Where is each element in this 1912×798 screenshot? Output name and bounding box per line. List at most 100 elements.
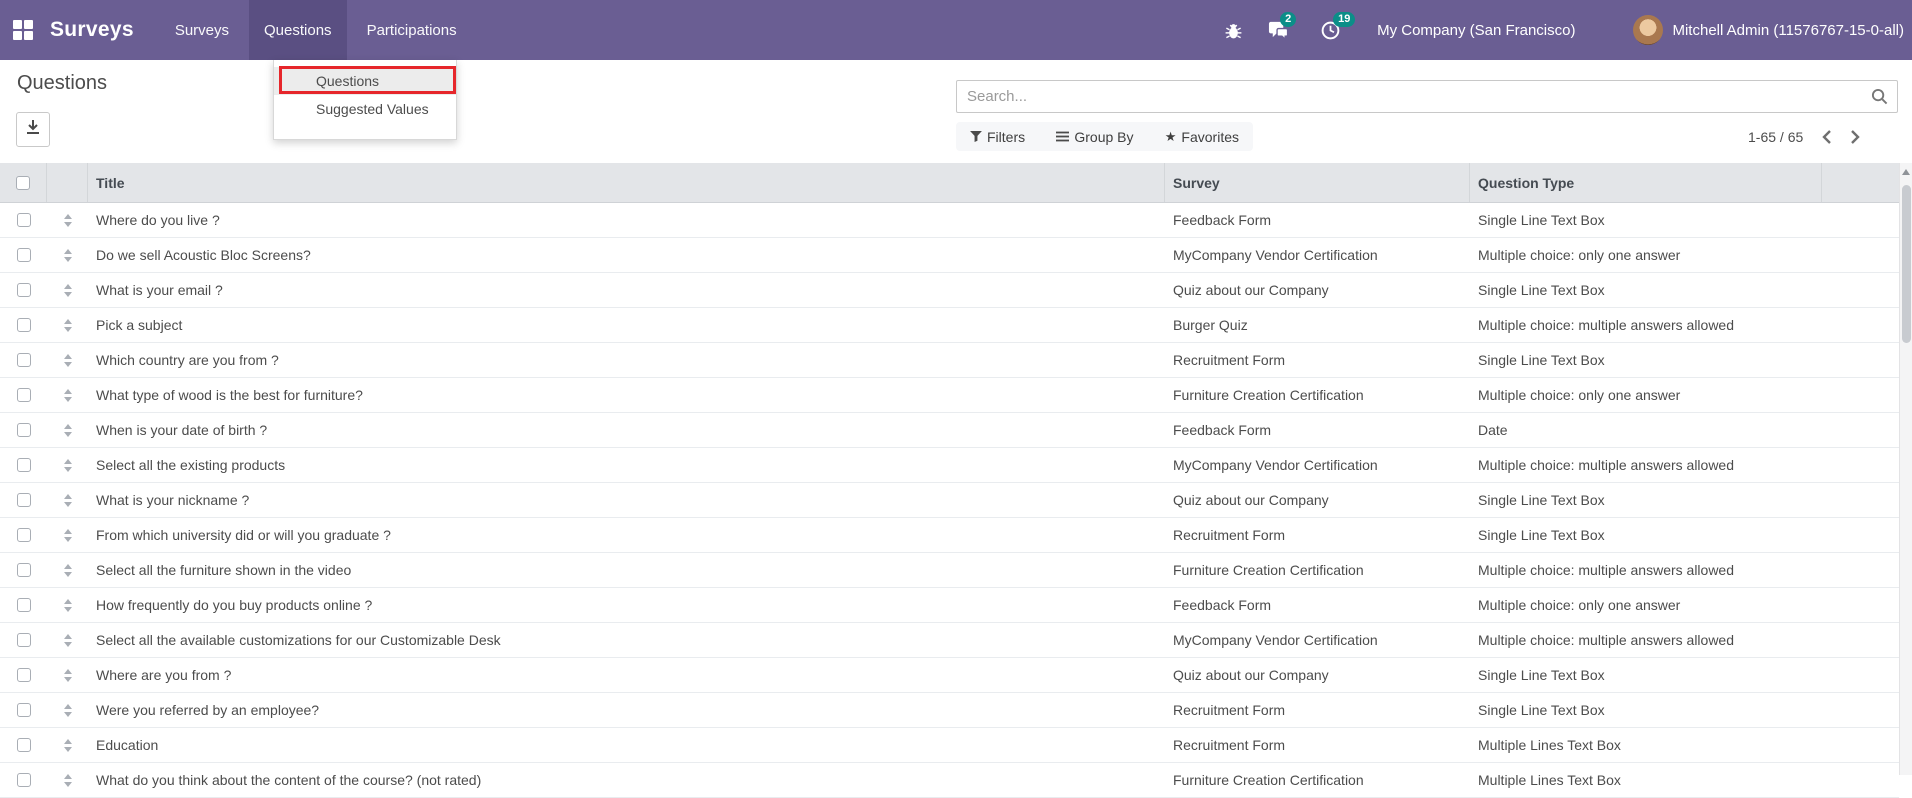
- row-checkbox[interactable]: [16, 283, 31, 297]
- row-checkbox-cell: [0, 563, 47, 577]
- messages-icon[interactable]: 2: [1267, 11, 1297, 41]
- apps-menu-icon[interactable]: [13, 20, 33, 40]
- drag-handle-icon[interactable]: [63, 493, 72, 507]
- row-checkbox[interactable]: [16, 773, 31, 787]
- table-row[interactable]: From which university did or will you gr…: [0, 518, 1899, 553]
- table-row[interactable]: Select all the furniture shown in the vi…: [0, 553, 1899, 588]
- user-menu[interactable]: Mitchell Admin (11576767-15-0-all): [1672, 22, 1904, 39]
- scrollbar-thumb[interactable]: [1902, 185, 1911, 343]
- app-brand[interactable]: Surveys: [50, 18, 134, 42]
- drag-handle-icon[interactable]: [63, 528, 72, 542]
- cell-survey: Quiz about our Company: [1173, 667, 1329, 683]
- table-row[interactable]: What is your email ? Quiz about our Compa…: [0, 273, 1899, 308]
- scrollbar-up-arrow-icon[interactable]: [1902, 169, 1910, 175]
- row-checkbox-cell: [0, 318, 47, 332]
- drag-handle-icon[interactable]: [63, 598, 72, 612]
- row-checkbox[interactable]: [16, 563, 31, 577]
- table-row[interactable]: Where do you live ? Feedback Form Single L…: [0, 203, 1899, 238]
- row-checkbox[interactable]: [16, 598, 31, 612]
- drag-handle-icon[interactable]: [63, 668, 72, 682]
- cell-title: Select all the available customizations …: [96, 632, 501, 648]
- questions-menu-dropdown: Questions Suggested Values: [273, 60, 457, 140]
- vertical-scrollbar[interactable]: [1899, 163, 1912, 775]
- favorites-button[interactable]: ★ Favorites: [1165, 129, 1239, 145]
- row-checkbox[interactable]: [16, 703, 31, 717]
- table-row[interactable]: Select all the available customizations …: [0, 623, 1899, 658]
- table-row[interactable]: Education Recruitment Form Multiple Lines …: [0, 728, 1899, 763]
- row-checkbox[interactable]: [16, 318, 31, 332]
- row-handle-cell: [47, 423, 88, 437]
- row-handle-cell: [47, 773, 88, 787]
- drag-handle-icon[interactable]: [63, 388, 72, 402]
- group-by-button[interactable]: Group By: [1056, 129, 1134, 145]
- nav-menu-questions[interactable]: Questions: [249, 0, 347, 60]
- table-row[interactable]: Select all the existing products MyCompan…: [0, 448, 1899, 483]
- pager-next-icon[interactable]: [1841, 126, 1869, 148]
- row-checkbox[interactable]: [16, 213, 31, 227]
- drag-handle-icon[interactable]: [63, 318, 72, 332]
- activities-clock-icon[interactable]: 19: [1320, 11, 1356, 41]
- filters-label: Filters: [987, 128, 1026, 145]
- table-row[interactable]: What do you think about the content of t…: [0, 763, 1899, 798]
- table-row[interactable]: Do we sell Acoustic Bloc Screens? MyCompa…: [0, 238, 1899, 273]
- nav-menu-surveys[interactable]: Surveys: [160, 0, 244, 60]
- table-row[interactable]: Where are you from ? Quiz about our Compa…: [0, 658, 1899, 693]
- row-checkbox[interactable]: [16, 388, 31, 402]
- drag-handle-icon[interactable]: [63, 458, 72, 472]
- row-checkbox[interactable]: [16, 493, 31, 507]
- table-row[interactable]: When is your date of birth ? Feedback For…: [0, 413, 1899, 448]
- drag-handle-icon[interactable]: [63, 423, 72, 437]
- company-switcher[interactable]: My Company (San Francisco): [1377, 22, 1575, 39]
- drag-handle-icon[interactable]: [63, 773, 72, 787]
- cell-title: When is your date of birth ?: [96, 422, 268, 438]
- cell-title: What is your nickname ?: [96, 492, 250, 508]
- column-header-title[interactable]: Title: [88, 163, 1165, 202]
- cell-question-type: Single Line Text Box: [1478, 352, 1605, 368]
- table-row[interactable]: What is your nickname ? Quiz about our Co…: [0, 483, 1899, 518]
- row-checkbox[interactable]: [16, 633, 31, 647]
- nav-menu-participations[interactable]: Participations: [352, 0, 472, 60]
- drag-handle-icon[interactable]: [63, 633, 72, 647]
- dropdown-item-questions[interactable]: Questions: [274, 67, 456, 95]
- cell-survey: Quiz about our Company: [1173, 282, 1329, 298]
- cell-question-type: Single Line Text Box: [1478, 282, 1605, 298]
- table-row[interactable]: How frequently do you buy products onlin…: [0, 588, 1899, 623]
- drag-handle-icon[interactable]: [63, 563, 72, 577]
- table-row[interactable]: What type of wood is the best for furnit…: [0, 378, 1899, 413]
- row-handle-cell: [47, 738, 88, 752]
- drag-handle-icon[interactable]: [63, 248, 72, 262]
- dropdown-item-suggested-values[interactable]: Suggested Values: [274, 95, 456, 123]
- select-all-checkbox[interactable]: [16, 175, 30, 190]
- drag-handle-icon[interactable]: [63, 283, 72, 297]
- row-checkbox[interactable]: [16, 423, 31, 437]
- row-checkbox[interactable]: [16, 738, 31, 752]
- table-row[interactable]: Pick a subject Burger Quiz Multiple choice…: [0, 308, 1899, 343]
- drag-handle-icon[interactable]: [63, 213, 72, 227]
- cell-question-type: Multiple choice: only one answer: [1478, 387, 1681, 403]
- cell-survey: Recruitment Form: [1173, 702, 1286, 718]
- table-row[interactable]: Were you referred by an employee? Recruit…: [0, 693, 1899, 728]
- row-checkbox[interactable]: [16, 458, 31, 472]
- drag-handle-icon[interactable]: [63, 703, 72, 717]
- pager-previous-icon[interactable]: [1813, 126, 1841, 148]
- column-header-survey[interactable]: Survey: [1165, 163, 1470, 202]
- search-icon[interactable]: [1871, 88, 1888, 110]
- row-checkbox[interactable]: [16, 668, 31, 682]
- row-checkbox[interactable]: [16, 353, 31, 367]
- row-checkbox[interactable]: [16, 248, 31, 262]
- cell-title: Where are you from ?: [96, 667, 232, 683]
- debug-bug-icon[interactable]: [1224, 21, 1243, 40]
- search-input[interactable]: [956, 80, 1898, 113]
- cell-question-type: Single Line Text Box: [1478, 492, 1605, 508]
- avatar[interactable]: [1633, 15, 1664, 45]
- row-checkbox[interactable]: [16, 528, 31, 542]
- drag-handle-icon[interactable]: [63, 353, 72, 367]
- drag-handle-icon[interactable]: [63, 738, 72, 752]
- table-row[interactable]: Which country are you from ? Recruitment …: [0, 343, 1899, 378]
- control-panel-buttons: Filters Group By ★ Favorites: [956, 122, 1253, 151]
- filters-button[interactable]: Filters: [970, 129, 1025, 145]
- cell-title: Which country are you from ?: [96, 352, 279, 368]
- table-body: Where do you live ? Feedback Form Single L…: [0, 203, 1899, 798]
- export-button[interactable]: [16, 112, 50, 147]
- column-header-question-type[interactable]: Question Type: [1470, 163, 1822, 202]
